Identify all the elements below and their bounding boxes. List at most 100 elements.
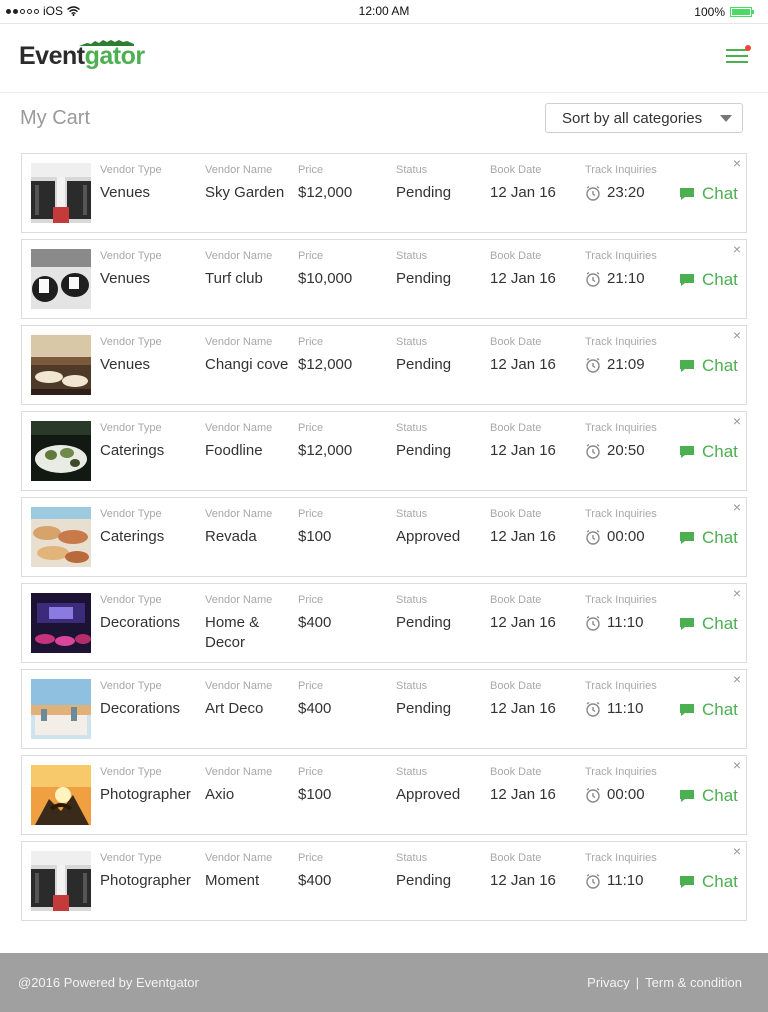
vendor-type-label: Vendor Type xyxy=(100,680,162,692)
chat-bubble-icon xyxy=(680,187,694,200)
chat-button[interactable]: Chat xyxy=(680,184,738,204)
book-date-label: Book Date xyxy=(490,164,542,176)
chat-button[interactable]: Chat xyxy=(680,270,738,290)
vendor-thumbnail-image xyxy=(31,163,91,223)
book-date-value: 12 Jan 16 xyxy=(490,528,556,545)
vendor-type-label: Vendor Type xyxy=(100,336,162,348)
track-inquiries-label: Track Inquiries xyxy=(585,680,657,692)
notification-dot-icon xyxy=(745,45,751,51)
remove-item-close-icon[interactable]: × xyxy=(733,585,741,601)
book-date-column: Book Date 12 Jan 16 xyxy=(490,250,580,289)
status-value: Pending xyxy=(396,184,452,201)
chat-button[interactable]: Chat xyxy=(680,700,738,720)
status-label: Status xyxy=(396,766,428,778)
price-value: $12,000 xyxy=(298,442,353,459)
cart-item: Vendor Type Caterings Vendor Name Foodline P… xyxy=(21,411,747,491)
chat-button[interactable]: Chat xyxy=(680,614,738,634)
vendor-name-value: Revada xyxy=(205,528,257,545)
chat-button[interactable]: Chat xyxy=(680,786,738,806)
vendor-type-label: Vendor Type xyxy=(100,250,162,262)
chat-button-label: Chat xyxy=(702,442,738,461)
status-label: Status xyxy=(396,164,428,176)
cart-item: Vendor Type Venues Vendor Name Turf club Pri… xyxy=(21,239,747,319)
vendor-thumbnail-image xyxy=(31,679,91,739)
price-value: $12,000 xyxy=(298,184,353,201)
chat-button[interactable]: Chat xyxy=(680,442,738,462)
status-column: Status Pending xyxy=(396,164,484,203)
footer-separator: | xyxy=(635,975,640,990)
privacy-link[interactable]: Privacy xyxy=(587,975,630,990)
price-label: Price xyxy=(298,852,324,864)
book-date-column: Book Date 12 Jan 16 xyxy=(490,422,580,461)
remove-item-close-icon[interactable]: × xyxy=(733,757,741,773)
chat-button-label: Chat xyxy=(702,872,738,891)
remove-item-close-icon[interactable]: × xyxy=(733,241,741,257)
logo-text-event: Event xyxy=(19,42,85,70)
status-bar: iOS 12:00 AM 100% xyxy=(0,0,768,24)
status-column: Status Pending xyxy=(396,594,484,633)
remove-item-close-icon[interactable]: × xyxy=(733,413,741,429)
book-date-column: Book Date 12 Jan 16 xyxy=(490,852,580,891)
inquiry-timer-value: 00:00 xyxy=(607,786,645,803)
price-value: $100 xyxy=(298,528,332,545)
book-date-label: Book Date xyxy=(490,508,542,520)
vendor-type-value: Decorations xyxy=(100,614,181,631)
track-inquiries-label: Track Inquiries xyxy=(585,852,657,864)
price-column: Price $400 xyxy=(298,852,388,891)
price-column: Price $12,000 xyxy=(298,336,388,375)
remove-item-close-icon[interactable]: × xyxy=(733,327,741,343)
book-date-column: Book Date 12 Jan 16 xyxy=(490,594,580,633)
vendor-name-label: Vendor Name xyxy=(205,594,273,606)
track-inquiries-column: Track Inquiries 21:10 xyxy=(585,250,677,289)
remove-item-close-icon[interactable]: × xyxy=(733,499,741,515)
track-inquiries-column: Track Inquiries 11:10 xyxy=(585,680,677,719)
vendor-name-value: Art Deco xyxy=(205,700,264,717)
sort-dropdown[interactable]: Sort by all categories xyxy=(545,103,743,133)
cart-item: Vendor Type Photographer Vendor Name Moment… xyxy=(21,841,747,921)
app-header: Eventgator xyxy=(0,25,768,93)
book-date-label: Book Date xyxy=(490,594,542,606)
book-date-label: Book Date xyxy=(490,336,542,348)
vendor-type-value: Caterings xyxy=(100,528,165,545)
price-column: Price $12,000 xyxy=(298,164,388,203)
remove-item-close-icon[interactable]: × xyxy=(733,671,741,687)
price-value: $100 xyxy=(298,786,332,803)
vendor-thumbnail-image xyxy=(31,249,91,309)
book-date-column: Book Date 12 Jan 16 xyxy=(490,680,580,719)
book-date-value: 12 Jan 16 xyxy=(490,442,556,459)
vendor-name-value: Foodline xyxy=(205,442,263,459)
terms-link[interactable]: Term & condition xyxy=(645,975,742,990)
price-column: Price $400 xyxy=(298,680,388,719)
cart-item: Vendor Type Venues Vendor Name Sky Garden Pr… xyxy=(21,153,747,233)
price-column: Price $100 xyxy=(298,766,388,805)
status-column: Status Pending xyxy=(396,250,484,289)
vendor-thumbnail-image xyxy=(31,593,91,653)
inquiry-timer: 00:00 xyxy=(585,527,677,547)
track-inquiries-label: Track Inquiries xyxy=(585,250,657,262)
book-date-value: 12 Jan 16 xyxy=(490,614,556,631)
vendor-name-column: Vendor Name Axio xyxy=(205,766,293,805)
chat-button[interactable]: Chat xyxy=(680,528,738,548)
alarm-clock-icon xyxy=(586,185,600,201)
price-label: Price xyxy=(298,164,324,176)
vendor-type-value: Venues xyxy=(100,270,151,287)
vendor-name-value: Changi cove xyxy=(205,356,289,373)
vendor-type-value: Photographer xyxy=(100,786,191,803)
inquiry-timer-value: 11:10 xyxy=(607,872,644,889)
book-date-value: 12 Jan 16 xyxy=(490,872,556,889)
remove-item-close-icon[interactable]: × xyxy=(733,843,741,859)
alarm-clock-icon xyxy=(586,357,600,373)
status-label: Status xyxy=(396,594,428,606)
chat-button[interactable]: Chat xyxy=(680,356,738,376)
eventgator-logo[interactable]: Eventgator xyxy=(19,40,145,71)
inquiry-timer: 11:10 xyxy=(585,699,677,719)
vendor-name-label: Vendor Name xyxy=(205,422,273,434)
remove-item-close-icon[interactable]: × xyxy=(733,155,741,171)
vendor-thumbnail-image xyxy=(31,507,91,567)
status-value: Approved xyxy=(396,528,461,545)
price-label: Price xyxy=(298,336,324,348)
book-date-value: 12 Jan 16 xyxy=(490,184,556,201)
chat-button[interactable]: Chat xyxy=(680,872,738,892)
hamburger-menu-button[interactable] xyxy=(726,45,751,67)
track-inquiries-label: Track Inquiries xyxy=(585,422,657,434)
